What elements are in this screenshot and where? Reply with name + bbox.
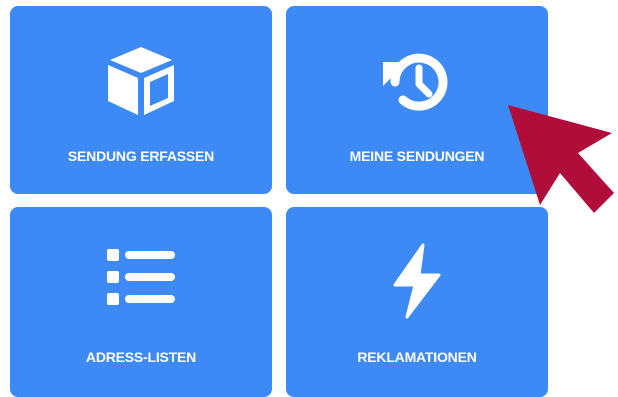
adress-listen-label: ADRESS-LISTEN [85,349,197,365]
sendung-erfassen-label: SENDUNG ERFASSEN [67,148,215,164]
adress-listen-tile[interactable]: ADRESS-LISTEN [10,207,272,397]
pointer-arrow-icon [508,105,614,213]
list-icon [10,243,272,313]
reklamationen-label: REKLAMATIONEN [357,349,477,365]
cube-icon [10,44,272,118]
sendung-erfassen-tile[interactable]: SENDUNG ERFASSEN [10,6,272,194]
reklamationen-tile[interactable]: REKLAMATIONEN [286,207,548,397]
lightning-icon [286,243,548,319]
menu-tile-grid: SENDUNG ERFASSEN MEINE SENDUNGEN ADRESS-… [0,0,618,397]
